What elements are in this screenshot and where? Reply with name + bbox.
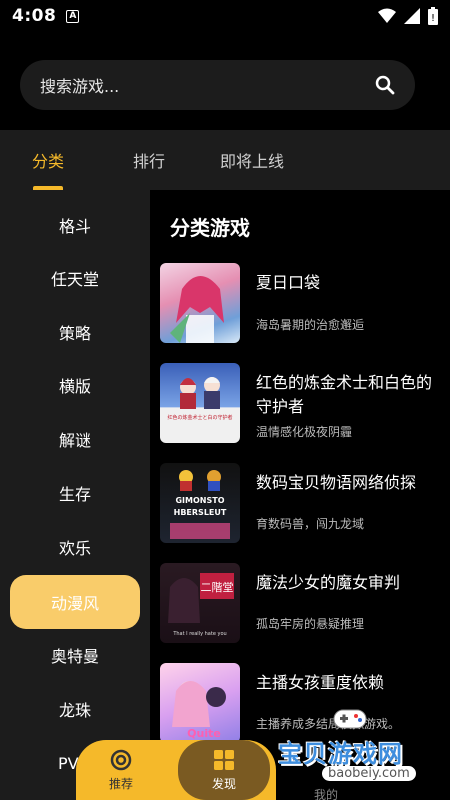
nav-discover[interactable]: 发现 — [178, 740, 270, 800]
game-item[interactable]: 红色の炼金术士と白の守护者 红色的炼金术士和白色的守护者 温情感化极夜阴霾 — [160, 363, 440, 445]
game-thumbnail[interactable] — [160, 263, 240, 343]
bottom-nav: 推荐 发现 — [76, 740, 276, 800]
digimon-image: GIMONSTO HBERSLEUT — [170, 470, 230, 539]
sidebar-item-strategy[interactable]: 策略 — [10, 305, 140, 359]
streamer-girl-image: Quite — [172, 681, 226, 740]
sidebar-item-dragonball[interactable]: 龙珠 — [10, 682, 140, 736]
sidebar-item-label: 横版 — [58, 377, 91, 396]
sidebar-item-fun[interactable]: 欢乐 — [10, 520, 140, 574]
game-title: 数码宝贝物语网络侦探 — [256, 473, 417, 492]
anime-characters-image: 红色の炼金术士と白の守护者 — [167, 377, 233, 421]
sidebar-item-label: 格斗 — [58, 217, 91, 236]
tab-label: 即将上线 — [220, 152, 285, 171]
category-sidebar: 格斗 任天堂 策略 横版 解谜 生存 欢乐 动漫风 奥特曼 龙珠 PV — [0, 190, 150, 800]
tab-upcoming[interactable]: 即将上线 — [220, 130, 284, 190]
svg-text:HBERSLEUT: HBERSLEUT — [174, 508, 227, 517]
game-desc: 育数码兽，闯九龙域 — [256, 517, 365, 531]
tab-label: 排行 — [133, 152, 166, 171]
sidebar-item-label: 欢乐 — [58, 539, 91, 558]
svg-text:GIMONSTO: GIMONSTO — [175, 496, 224, 505]
sidebar-item-label: 任天堂 — [50, 270, 99, 289]
wifi-icon — [378, 8, 396, 23]
search-icon[interactable] — [375, 75, 395, 95]
grid-icon — [214, 749, 234, 770]
watermark-url: baobeiy.com — [322, 766, 416, 781]
sidebar-item-nintendo[interactable]: 任天堂 — [10, 251, 140, 305]
game-desc: 温情感化极夜阴霾 — [256, 425, 353, 439]
sidebar-item-label: 策略 — [58, 324, 91, 343]
game-thumbnail[interactable]: Quite — [160, 663, 240, 743]
nav-label: 推荐 — [108, 776, 133, 791]
sidebar-item-survival[interactable]: 生存 — [10, 466, 140, 520]
nav-label: 发现 — [211, 776, 236, 791]
gamepad-icon — [333, 709, 367, 729]
top-tabs: 分类 排行 即将上线 — [0, 130, 450, 190]
signal-icon — [404, 8, 420, 24]
game-desc: 孤岛牢房的悬疑推理 — [256, 617, 365, 631]
tab-category[interactable]: 分类 — [32, 130, 64, 190]
status-bar: 4:08 A ! — [0, 0, 450, 32]
sidebar-item-label: 龙珠 — [58, 701, 91, 720]
game-title: 夏日口袋 — [256, 273, 321, 292]
search-placeholder: 搜索游戏... — [40, 77, 120, 96]
tab-ranking[interactable]: 排行 — [133, 130, 165, 190]
game-thumbnail[interactable]: GIMONSTO HBERSLEUT — [160, 463, 240, 543]
svg-text:!: ! — [431, 13, 435, 24]
sidebar-item-sidescroller[interactable]: 横版 — [10, 358, 140, 412]
status-time: 4:08 — [12, 6, 57, 26]
game-thumbnail[interactable]: 红色の炼金术士と白の守护者 — [160, 363, 240, 443]
sidebar-item-label: 动漫风 — [50, 594, 99, 613]
sidebar-item-label: 生存 — [58, 485, 91, 504]
watermark-logo: 宝贝游戏网 baobeiy.com 我的 — [270, 700, 445, 800]
game-title: 红色的炼金术士和白色的守护者 — [256, 373, 433, 416]
game-thumbnail[interactable]: 二階堂 That I really hate you — [160, 563, 240, 643]
sidebar-item-label: 解谜 — [58, 431, 91, 450]
sidebar-item-fighting[interactable]: 格斗 — [10, 198, 140, 252]
anime-girl-image — [170, 276, 224, 343]
svg-text:That I really hate you: That I really hate you — [172, 631, 226, 637]
battery-icon: ! — [428, 7, 438, 25]
game-item[interactable]: GIMONSTO HBERSLEUT 数码宝贝物语网络侦探 育数码兽，闯九龙域 — [160, 463, 440, 545]
nav-recommend[interactable]: 推荐 — [76, 740, 166, 800]
game-item[interactable]: 夏日口袋 海岛暑期的治愈邂逅 — [160, 263, 440, 345]
svg-text:Quite: Quite — [187, 727, 221, 740]
a-icon: A — [66, 9, 80, 23]
thumb-text: 红色の炼金术士と白の守护者 — [167, 414, 232, 421]
status-icons: ! — [378, 7, 438, 25]
witch-girl-image: 二階堂 That I really hate you — [168, 573, 234, 637]
watermark-text: 宝贝游戏网 — [278, 740, 403, 768]
game-title: 主播女孩重度依赖 — [256, 673, 385, 692]
sidebar-item-label: 奥特曼 — [50, 647, 99, 666]
tab-label: 分类 — [32, 152, 65, 171]
game-desc: 海岛暑期的治愈邂逅 — [256, 318, 365, 332]
game-item[interactable]: 二階堂 That I really hate you 魔法少女的魔女审判 孤岛牢… — [160, 563, 440, 645]
sidebar-item-anime[interactable]: 动漫风 — [10, 575, 140, 629]
svg-text:二階堂: 二階堂 — [201, 580, 234, 594]
target-icon — [110, 749, 132, 770]
search-input[interactable]: 搜索游戏... — [20, 60, 415, 110]
sidebar-item-puzzle[interactable]: 解谜 — [10, 412, 140, 466]
game-title: 魔法少女的魔女审判 — [256, 573, 401, 592]
section-title: 分类游戏 — [170, 216, 250, 240]
sidebar-item-ultraman[interactable]: 奥特曼 — [10, 628, 140, 682]
nav-label-mine: 我的 — [314, 788, 339, 800]
